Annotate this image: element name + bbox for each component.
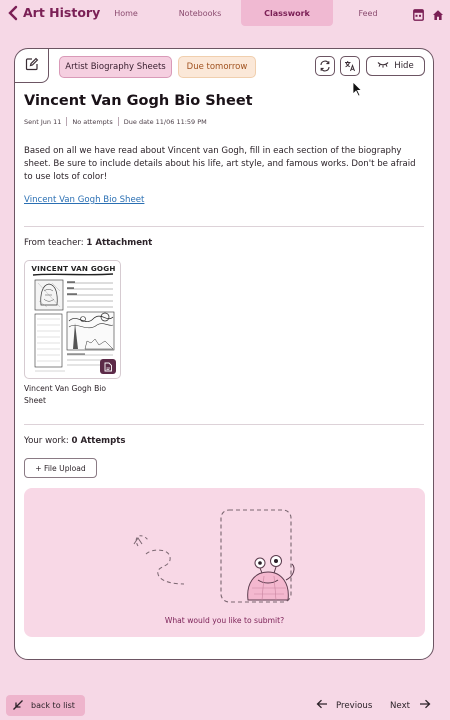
next-button[interactable]: Next	[390, 699, 431, 712]
arrow-left-icon	[316, 699, 328, 712]
hide-label: Hide	[394, 61, 414, 71]
due-date: Due date 11/06 11:59 PM	[123, 117, 207, 126]
previous-button[interactable]: Previous	[316, 699, 372, 712]
translate-button[interactable]	[340, 56, 360, 76]
tab-notebooks[interactable]: Notebooks	[171, 0, 229, 26]
tab-home[interactable]: Home	[97, 0, 155, 26]
teacher-prefix: From teacher:	[24, 238, 84, 248]
pencil-square-icon	[25, 56, 39, 75]
hide-button[interactable]: Hide	[366, 56, 425, 76]
assignment-link[interactable]: Vincent Van Gogh Bio Sheet	[24, 195, 144, 205]
your-work-heading: Your work: 0 Attempts	[24, 436, 126, 446]
eye-closed-icon	[377, 61, 389, 71]
refresh-icon	[319, 57, 331, 76]
attempts-status: No attempts	[72, 117, 113, 126]
collapse-arrow-icon	[12, 699, 24, 713]
file-type-badge	[100, 359, 116, 374]
attachment-count: 1 Attachment	[86, 238, 153, 248]
section-divider	[24, 424, 424, 425]
attempt-count: 0 Attempts	[71, 436, 126, 446]
top-nav: Art History Home Notebooks Classwork Fee…	[0, 0, 450, 28]
teacher-attachments-heading: From teacher: 1 Attachment	[24, 238, 152, 248]
app-title: Art History	[23, 5, 101, 20]
tab-feed[interactable]: Feed	[346, 0, 390, 26]
assignment-type-chip: Artist Biography Sheets	[59, 56, 172, 78]
refresh-button[interactable]	[315, 56, 335, 76]
assignment-title: Vincent Van Gogh Bio Sheet	[24, 93, 253, 109]
arrow-right-icon	[419, 699, 431, 712]
sent-date: Sent Jun 11	[24, 117, 62, 126]
next-label: Next	[390, 700, 411, 711]
back-chevron-icon[interactable]	[7, 5, 21, 21]
tab-classwork[interactable]: Classwork	[241, 0, 333, 26]
meta-divider	[117, 117, 119, 126]
attachment-thumbnail[interactable]: VINCENT VAN GOGH	[24, 260, 121, 379]
meta-divider	[66, 117, 68, 126]
calendar-icon[interactable]	[413, 6, 425, 21]
assignment-card: Artist Biography Sheets Due tomorrow Hid…	[14, 48, 434, 660]
previous-label: Previous	[336, 700, 373, 711]
back-to-list-button[interactable]: back to list	[6, 695, 85, 716]
submit-prompt: What would you like to submit?	[164, 616, 285, 625]
work-prefix: Your work:	[24, 436, 69, 446]
file-upload-button[interactable]: + File Upload	[24, 458, 97, 478]
home-icon[interactable]	[432, 6, 444, 20]
edit-button[interactable]	[15, 49, 49, 83]
assignment-description: Based on all we have read about Vincent …	[24, 146, 416, 182]
attachment-name: Vincent Van Gogh Bio Sheet	[24, 384, 107, 405]
back-to-list-label: back to list	[31, 701, 75, 710]
translate-icon	[344, 57, 356, 76]
section-divider	[24, 226, 424, 227]
document-icon	[103, 357, 113, 376]
submission-dropzone[interactable]: What would you like to submit?	[24, 488, 425, 637]
mouse-cursor-icon	[352, 81, 363, 101]
due-status-chip: Due tomorrow	[178, 56, 256, 78]
assignment-meta: Sent Jun 11 No attempts Due date 11/06 1…	[24, 117, 207, 126]
